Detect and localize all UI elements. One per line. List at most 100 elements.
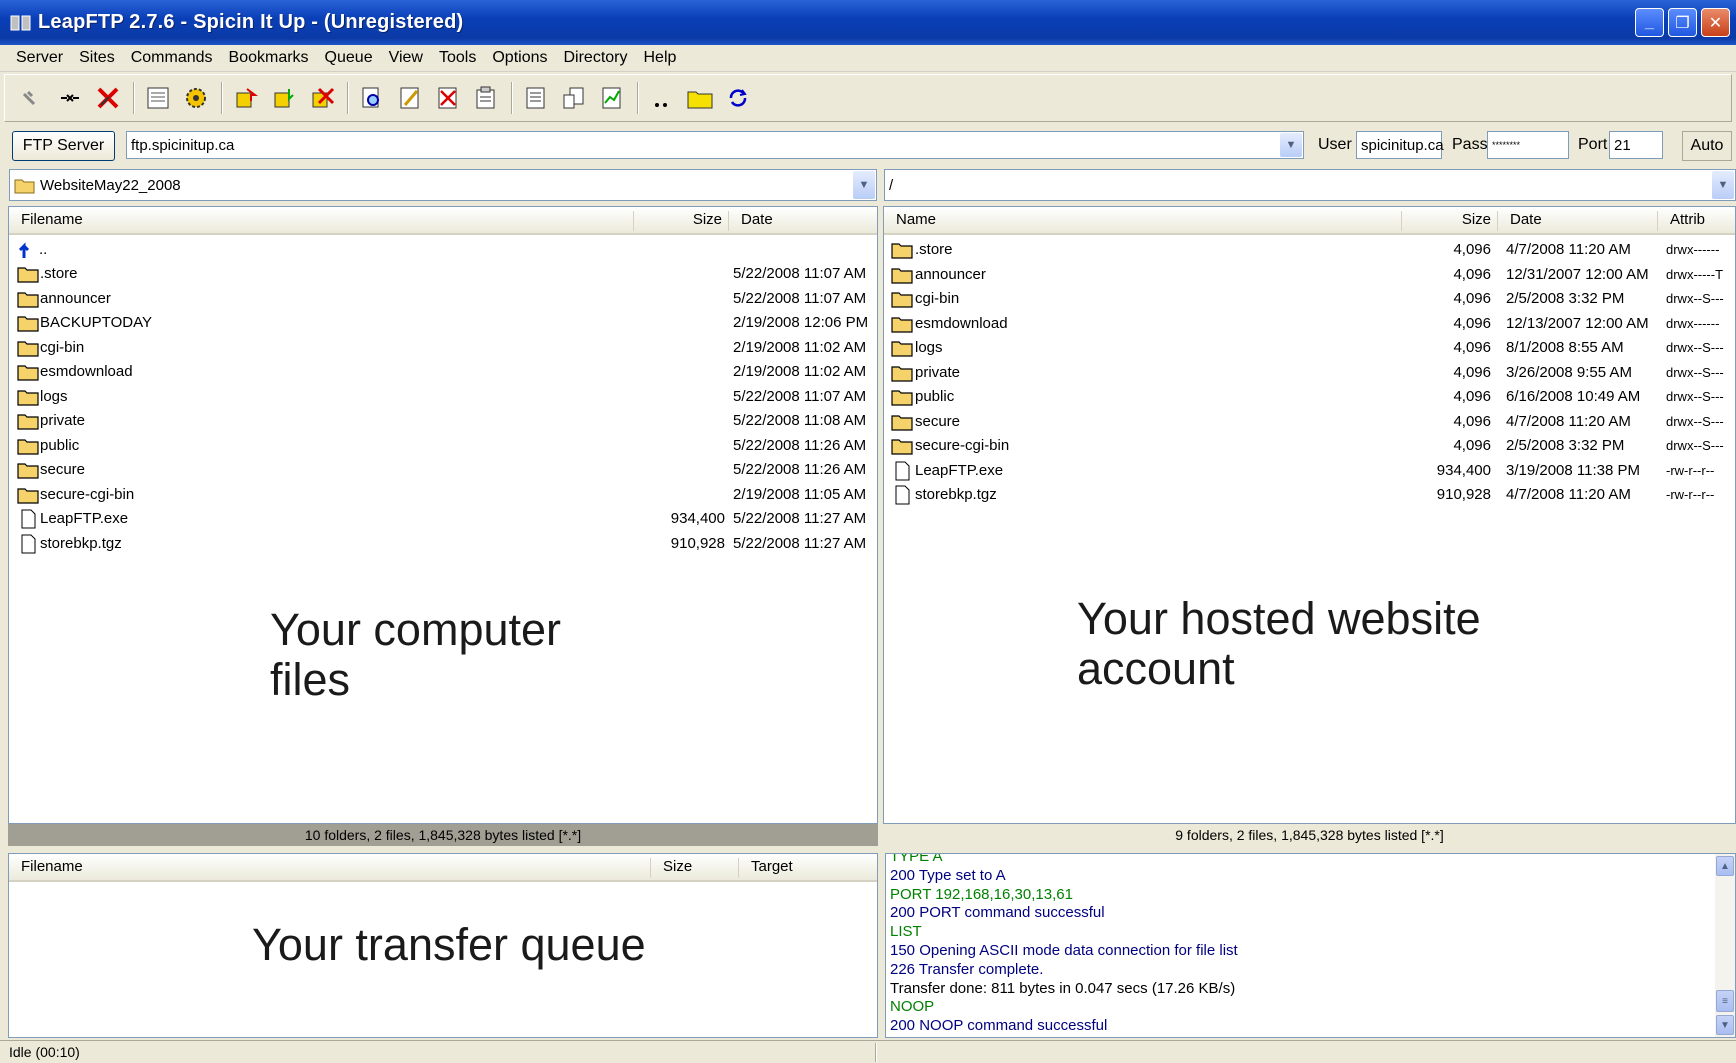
- local-file-row[interactable]: logs 5/22/2008 11:07 AM: [9, 385, 877, 409]
- scroll-thumb[interactable]: ≡: [1716, 990, 1734, 1012]
- remote-file-row[interactable]: secure 4,096 4/7/2008 11:20 AM drwx--S---: [884, 410, 1735, 434]
- upload-icon[interactable]: [231, 83, 261, 113]
- file-attrib: drwx--S---: [1666, 364, 1724, 380]
- queue-header: Filename Size Target: [9, 854, 877, 882]
- parent-directory-row[interactable]: ..: [9, 238, 877, 262]
- parent-dir-icon[interactable]: [647, 83, 677, 113]
- site-manager-icon[interactable]: [143, 83, 173, 113]
- menu-commands[interactable]: Commands: [123, 49, 221, 67]
- local-file-row[interactable]: public 5/22/2008 11:26 AM: [9, 434, 877, 458]
- disconnect-icon[interactable]: [55, 83, 85, 113]
- local-annotation-line-1: Your computer: [270, 604, 562, 655]
- column-date[interactable]: Date: [1498, 211, 1658, 231]
- local-file-row[interactable]: BACKUPTODAY 2/19/2008 12:06 PM: [9, 311, 877, 335]
- column-target[interactable]: Target: [739, 858, 879, 878]
- find-icon[interactable]: [357, 83, 387, 113]
- download-icon[interactable]: [269, 83, 299, 113]
- file-date: 2/5/2008 3:32 PM: [1506, 437, 1625, 454]
- remote-file-row[interactable]: logs 4,096 8/1/2008 8:55 AM drwx--S---: [884, 336, 1735, 360]
- scroll-down-icon[interactable]: ▼: [1716, 1015, 1734, 1035]
- menu-bookmarks[interactable]: Bookmarks: [221, 49, 317, 67]
- menu-help[interactable]: Help: [636, 49, 685, 67]
- local-file-row[interactable]: cgi-bin 2/19/2008 11:02 AM: [9, 336, 877, 360]
- menu-directory[interactable]: Directory: [555, 49, 635, 67]
- remote-path: /: [889, 176, 894, 194]
- scroll-up-icon[interactable]: ▲: [1716, 856, 1734, 876]
- restore-button[interactable]: ❐: [1668, 8, 1697, 37]
- file-date: 3/19/2008 11:38 PM: [1506, 461, 1640, 479]
- delete-queue-icon[interactable]: [307, 83, 337, 113]
- folder-icon: [891, 243, 913, 259]
- delete-icon[interactable]: [433, 83, 463, 113]
- ftp-server-button[interactable]: FTP Server: [12, 131, 115, 161]
- remote-path-combo[interactable]: / ▼: [884, 169, 1736, 201]
- column-filename[interactable]: Filename: [9, 211, 634, 231]
- folder-icon: [891, 267, 913, 284]
- local-file-row[interactable]: storebkp.tgz 910,928 5/22/2008 11:27 AM: [9, 532, 877, 556]
- transfer-icon[interactable]: [559, 83, 589, 113]
- remote-file-row[interactable]: private 4,096 3/26/2008 9:55 AM drwx--S---: [884, 361, 1735, 385]
- local-file-row[interactable]: .store 5/22/2008 11:07 AM: [9, 262, 877, 286]
- column-size[interactable]: Size: [1402, 211, 1498, 231]
- port-field[interactable]: 21: [1609, 131, 1663, 159]
- menu-options[interactable]: Options: [484, 49, 555, 67]
- menu-view[interactable]: View: [381, 49, 431, 67]
- local-file-row[interactable]: announcer 5/22/2008 11:07 AM: [9, 287, 877, 311]
- auto-button[interactable]: Auto: [1682, 131, 1732, 161]
- abort-icon[interactable]: [93, 83, 123, 113]
- column-name[interactable]: Name: [884, 211, 1402, 231]
- column-filename[interactable]: Filename: [9, 858, 651, 878]
- local-file-row[interactable]: secure 5/22/2008 11:26 AM: [9, 458, 877, 482]
- file-attrib: -rw-r--r--: [1666, 462, 1715, 478]
- properties-icon[interactable]: [471, 83, 501, 113]
- view-log-icon[interactable]: [521, 83, 551, 113]
- remote-file-row[interactable]: LeapFTP.exe 934,400 3/19/2008 11:38 PM -rw-…: [884, 459, 1735, 483]
- connect-icon[interactable]: [17, 83, 47, 113]
- chevron-down-icon[interactable]: ▼: [1280, 133, 1302, 157]
- user-field[interactable]: spicinitup.ca: [1356, 131, 1444, 159]
- file-size: 4,096: [1453, 388, 1491, 405]
- close-button[interactable]: ✕: [1701, 8, 1730, 37]
- chart-icon[interactable]: [597, 83, 627, 113]
- minimize-button[interactable]: _: [1635, 8, 1664, 37]
- file-date: 12/31/2007 12:00 AM: [1506, 265, 1649, 283]
- local-file-list[interactable]: Filename Size Date .. .store 5/22/2008 11…: [8, 206, 878, 824]
- site-settings-icon[interactable]: [181, 83, 211, 113]
- remote-file-row[interactable]: announcer 4,096 12/31/2007 12:00 AM drwx---…: [884, 263, 1735, 287]
- remote-file-row[interactable]: public 4,096 6/16/2008 10:49 AM drwx--S---: [884, 385, 1735, 409]
- remote-file-row[interactable]: esmdownload 4,096 12/13/2007 12:00 AM drwx-…: [884, 312, 1735, 336]
- local-path-combo[interactable]: WebsiteMay22_2008 ▼: [9, 169, 877, 201]
- local-file-row[interactable]: private 5/22/2008 11:08 AM: [9, 409, 877, 433]
- menu-server[interactable]: Server: [8, 49, 71, 67]
- remote-file-list[interactable]: Name Size Date Attrib .store 4,096 4/7/200…: [883, 206, 1736, 824]
- menu-sites[interactable]: Sites: [71, 49, 123, 67]
- folder-icon[interactable]: [685, 83, 715, 113]
- file-name: secure-cgi-bin: [40, 485, 135, 503]
- chevron-down-icon[interactable]: ▼: [1712, 171, 1734, 199]
- pass-field[interactable]: ********: [1487, 131, 1569, 159]
- column-size[interactable]: Size: [634, 211, 729, 231]
- folder-icon: [891, 316, 913, 333]
- remote-file-row[interactable]: secure-cgi-bin 4,096 2/5/2008 3:32 PM drwx-…: [884, 434, 1735, 458]
- menu-queue[interactable]: Queue: [317, 49, 381, 67]
- file-date: 2/19/2008 11:02 AM: [733, 338, 867, 356]
- local-file-row[interactable]: esmdownload 2/19/2008 11:02 AM: [9, 360, 877, 384]
- column-size[interactable]: Size: [651, 858, 739, 878]
- local-file-row[interactable]: LeapFTP.exe 934,400 5/22/2008 11:27 AM: [9, 507, 877, 531]
- session-log[interactable]: TYPE A 200 Type set to A PORT 192,168,16,3…: [885, 853, 1736, 1038]
- file-attrib: drwx--S---: [1666, 340, 1724, 355]
- local-file-row[interactable]: secure-cgi-bin 2/19/2008 11:05 AM: [9, 483, 877, 507]
- column-date[interactable]: Date: [729, 211, 879, 231]
- edit-icon[interactable]: [395, 83, 425, 113]
- host-combo[interactable]: ftp.spicinitup.ca ▼: [126, 131, 1304, 159]
- chevron-down-icon[interactable]: ▼: [853, 171, 875, 199]
- menu-tools[interactable]: Tools: [431, 49, 484, 67]
- log-scrollbar[interactable]: ▲ ≡ ▼: [1715, 854, 1735, 1037]
- refresh-icon[interactable]: [723, 83, 753, 113]
- remote-file-row[interactable]: storebkp.tgz 910,928 4/7/2008 11:20 AM -rw-…: [884, 483, 1735, 507]
- remote-file-row[interactable]: .store 4,096 4/7/2008 11:20 AM drwx------: [884, 238, 1735, 262]
- column-attrib[interactable]: Attrib: [1658, 211, 1736, 231]
- remote-file-row[interactable]: cgi-bin 4,096 2/5/2008 3:32 PM drwx--S---: [884, 287, 1735, 311]
- folder-icon: [17, 389, 39, 406]
- file-size: 4,096: [1453, 265, 1491, 283]
